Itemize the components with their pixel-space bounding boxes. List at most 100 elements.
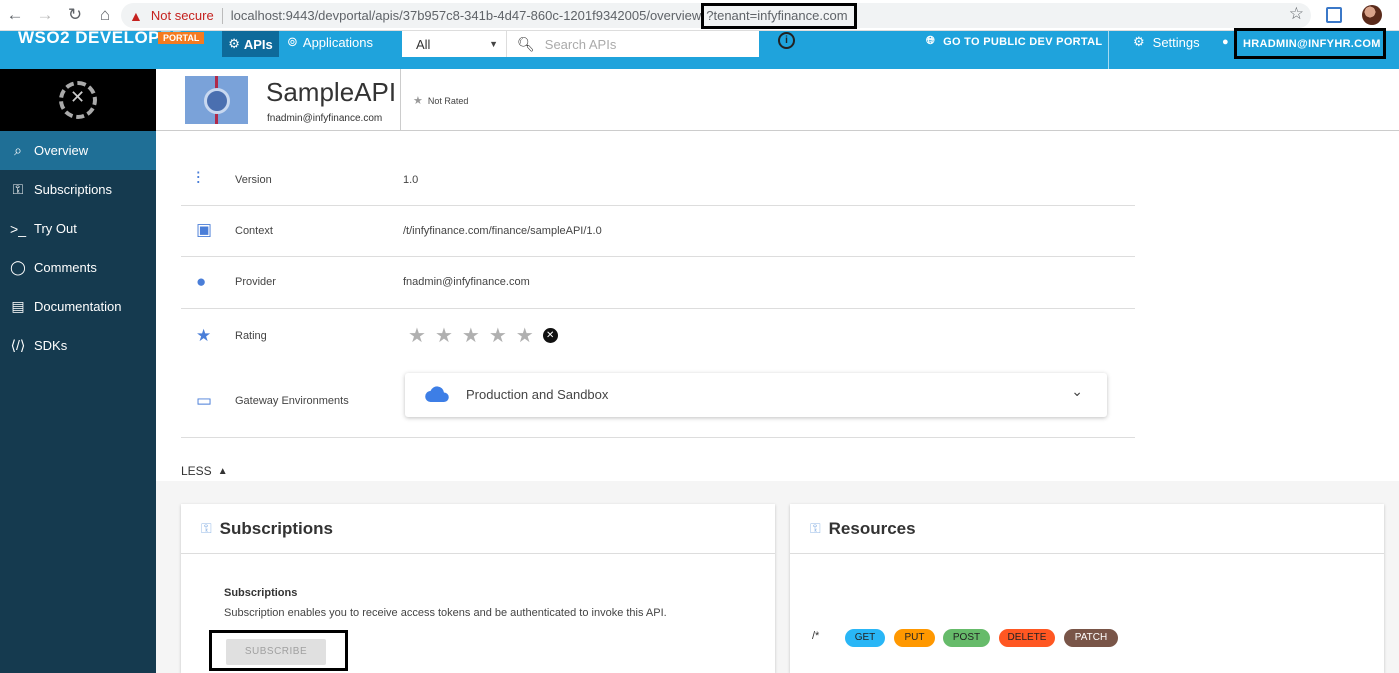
verb-put-badge[interactable]: PUT xyxy=(894,629,935,647)
url-text[interactable]: localhost:9443/devportal/apis/37b957c8-3… xyxy=(231,8,702,23)
api-name: SampleAPI xyxy=(266,77,397,107)
sidebar-item-overview[interactable]: ⌕ Overview xyxy=(0,131,156,170)
subscriptions-card: ⚿ Subscriptions Subscriptions Subscripti… xyxy=(181,504,775,673)
star-icon[interactable]: ★ xyxy=(516,323,534,348)
cloud-icon xyxy=(425,386,449,402)
sidebar-item-subscriptions[interactable]: ⚿ Subscriptions xyxy=(0,170,156,209)
public-portal-link[interactable]: 🌐︎ GO TO PUBLIC DEV PORTAL xyxy=(926,35,1102,48)
subscribe-button[interactable]: SUBSCRIBE xyxy=(226,639,326,665)
portal-badge: PORTAL xyxy=(158,32,205,44)
provider-row: ● Provider fnadmin@infyfinance.com xyxy=(181,257,1135,309)
chevron-down-icon: ▼ xyxy=(489,39,498,49)
star-icon[interactable]: ★ xyxy=(408,323,426,348)
monitor-icon: ▭ xyxy=(196,391,213,410)
profile-avatar[interactable] xyxy=(1362,5,1382,25)
search-scope-select[interactable]: All ▼ xyxy=(402,31,506,57)
sidebar-item-sdks[interactable]: ⟨/⟩ SDKs xyxy=(0,326,156,365)
api-settings-logo xyxy=(0,69,156,131)
search-input[interactable]: 🔍︎ Search APIs xyxy=(506,31,759,57)
settings-label: Settings xyxy=(1152,34,1200,50)
header-divider xyxy=(1108,31,1109,69)
subscriptions-icon: ⚿ xyxy=(201,520,212,536)
tab-applications[interactable]: ⊚ Applications xyxy=(287,34,373,50)
gateway-label: Gateway Environments xyxy=(235,395,349,407)
rating-summary: ★ Not Rated xyxy=(413,94,468,107)
sidebar: ⌕ Overview ⚿ Subscriptions >_ Try Out ◯ … xyxy=(0,69,156,673)
verb-delete-badge[interactable]: DELETE xyxy=(999,629,1055,647)
gateway-select[interactable]: Production and Sandbox ⌄ xyxy=(405,373,1107,417)
sidebar-item-label: Overview xyxy=(34,143,89,158)
app-header: WSO2 DEVELOPER PORTAL ⚙ APIs ⊚ Applicati… xyxy=(0,28,1399,69)
provider-label: Provider xyxy=(235,276,276,288)
sidebar-item-label: SDKs xyxy=(34,338,68,353)
sidebar-item-try-out[interactable]: >_ Try Out xyxy=(0,209,156,248)
globe-icon: 🌐︎ xyxy=(926,35,936,47)
code-icon: ⟨/⟩ xyxy=(10,337,26,353)
less-toggle[interactable]: LESS ▲ xyxy=(181,464,228,478)
url-query-highlight[interactable]: ?tenant=infyfinance.com xyxy=(701,2,857,29)
api-owner: fnadmin@infyfinance.com xyxy=(267,113,383,124)
context-label: Context xyxy=(235,225,273,237)
sidebar-item-comments[interactable]: ◯ Comments xyxy=(0,248,156,287)
subscriptions-icon: ⚿ xyxy=(12,181,24,197)
user-menu[interactable]: HRADMIN@INFYHR.COM xyxy=(1234,28,1386,59)
verb-get-badge[interactable]: GET xyxy=(845,629,885,647)
context-row: ▣ Context /t/infyfinance.com/finance/sam… xyxy=(181,206,1135,257)
reload-icon[interactable]: ↻ xyxy=(60,1,90,29)
version-value: 1.0 xyxy=(403,174,419,186)
document-icon: ▤ xyxy=(11,298,25,314)
rating-stars[interactable]: ★ ★ ★ ★ ★ ✕ xyxy=(408,323,558,348)
star-icon[interactable]: ★ xyxy=(435,323,453,348)
account-icon: ● xyxy=(196,272,207,291)
subscriptions-description: Subscription enables you to receive acce… xyxy=(224,607,667,619)
sidebar-item-label: Comments xyxy=(34,260,97,275)
resources-card: ⚿ Resources /* GET PUT POST DELETE PATCH xyxy=(790,504,1384,673)
context-value: /t/infyfinance.com/finance/sampleAPI/1.0 xyxy=(403,225,602,237)
api-thumbnail xyxy=(185,76,248,124)
address-bar[interactable]: ▲ Not secure localhost:9443/devportal/ap… xyxy=(121,2,1311,29)
verb-patch-badge[interactable]: PATCH xyxy=(1064,629,1118,647)
star-icon: ★ xyxy=(413,95,423,107)
user-icon: ● xyxy=(1222,36,1229,48)
extension-icon[interactable] xyxy=(1326,7,1342,23)
bookmark-star-icon[interactable]: ☆ xyxy=(1289,4,1304,24)
tab-applications-label: Applications xyxy=(302,34,374,50)
forward-arrow-icon[interactable]: → xyxy=(30,1,60,29)
star-icon[interactable]: ★ xyxy=(462,323,480,348)
address-divider xyxy=(221,7,223,24)
api-thumbnail-icon xyxy=(204,88,230,114)
gateway-value: Production and Sandbox xyxy=(466,387,609,402)
back-arrow-icon[interactable]: ← xyxy=(0,1,30,29)
subscriptions-card-title: Subscriptions xyxy=(219,518,334,538)
header-divider xyxy=(400,69,401,131)
tools-gear-icon xyxy=(59,81,97,119)
context-icon: ▣ xyxy=(196,220,213,239)
sidebar-item-label: Documentation xyxy=(34,299,122,314)
sidebar-item-documentation[interactable]: ▤ Documentation xyxy=(0,287,156,326)
less-label: LESS xyxy=(181,464,212,478)
version-label: Version xyxy=(235,174,272,186)
info-icon[interactable]: i xyxy=(778,32,795,49)
star-icon[interactable]: ★ xyxy=(489,323,507,348)
settings-link[interactable]: ⚙ Settings xyxy=(1133,34,1200,50)
terminal-icon: >_ xyxy=(10,220,26,237)
search-placeholder: Search APIs xyxy=(544,36,617,52)
chevron-down-icon: ⌄ xyxy=(1071,383,1083,399)
home-icon[interactable]: ⌂ xyxy=(90,1,120,29)
caret-up-icon: ▲ xyxy=(217,465,228,477)
rating-summary-label: Not Rated xyxy=(427,95,469,106)
search-scope-value: All xyxy=(416,36,431,52)
comment-icon: ◯ xyxy=(10,259,26,275)
rating-star-icon: ★ xyxy=(196,326,212,345)
settings-gear-icon: ⚙ xyxy=(1133,34,1145,49)
subscriptions-subtitle: Subscriptions xyxy=(224,587,298,599)
overview-icon: ⌕ xyxy=(14,142,22,158)
version-icon: ⫶ xyxy=(196,169,201,188)
tab-apis[interactable]: ⚙ APIs xyxy=(222,31,279,57)
sidebar-item-label: Subscriptions xyxy=(34,182,113,197)
tab-apis-label: APIs xyxy=(243,36,273,52)
browser-toolbar: ← → ↻ ⌂ ▲ Not secure localhost:9443/devp… xyxy=(0,0,1399,31)
clear-rating-icon[interactable]: ✕ xyxy=(542,328,558,343)
security-indicator[interactable]: Not secure xyxy=(151,8,214,23)
verb-post-badge[interactable]: POST xyxy=(943,629,990,647)
